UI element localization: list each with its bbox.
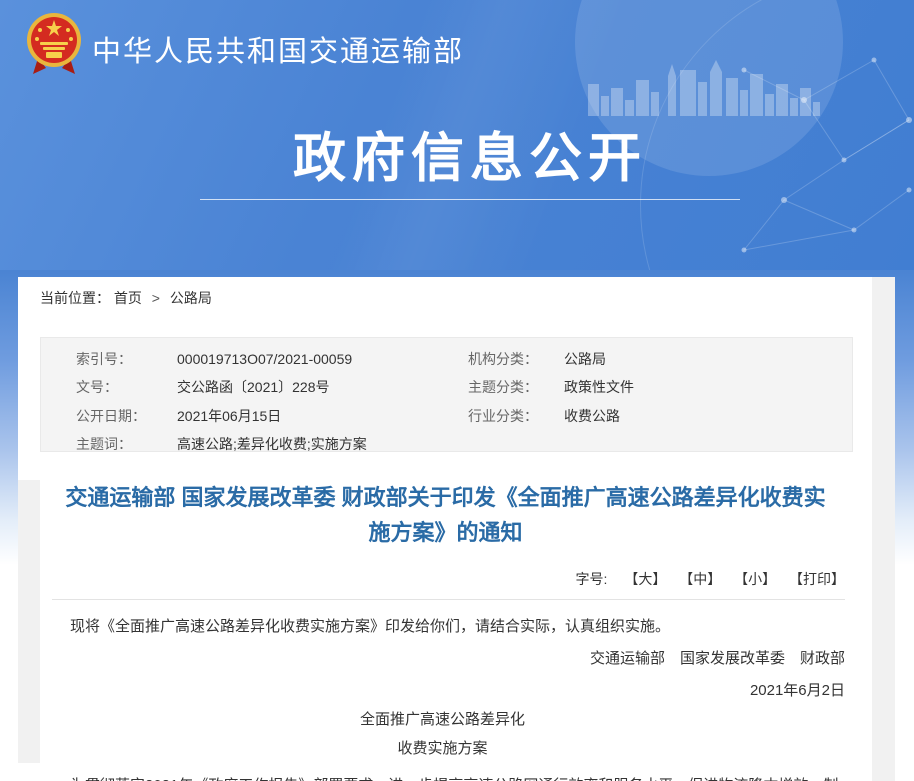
plan-title-line1: 全面推广高速公路差异化 <box>40 705 845 734</box>
article-signature: 交通运输部 国家发展改革委 财政部 <box>40 644 845 673</box>
font-medium-button[interactable]: 【中】 <box>679 571 721 587</box>
article-paragraph: 为贯彻落实2021年《政府工作报告》部署要求，进一步提高高速公路网通行效率和服务… <box>40 771 845 781</box>
site-title[interactable]: 中华人民共和国交通运输部 <box>92 28 464 70</box>
plan-title-line2: 收费实施方案 <box>40 734 845 763</box>
national-emblem-icon <box>26 12 82 76</box>
font-large-button[interactable]: 【大】 <box>624 571 666 587</box>
meta-row-index: 索引号： 000019713O07/2021-00059 <box>76 345 468 373</box>
article-body: 现将《全面推广高速公路差异化收费实施方案》印发给你们，请结合实际，认真组织实施。… <box>40 604 845 781</box>
meta-row-keywords: 主题词： 高速公路;差异化收费;实施方案 <box>76 430 468 458</box>
scrollbar-track[interactable] <box>872 277 895 781</box>
title-divider <box>52 599 845 600</box>
font-size-label: 字号: <box>576 571 608 587</box>
meta-row-docno: 文号： 交公路函〔2021〕228号 <box>76 373 468 401</box>
breadcrumb-separator: > <box>152 290 160 306</box>
meta-row-pubdate: 公开日期： 2021年06月15日 <box>76 402 468 430</box>
breadcrumb-section-link[interactable]: 公路局 <box>170 290 212 306</box>
left-gray-strip <box>18 480 40 763</box>
article-date: 2021年6月2日 <box>40 676 845 705</box>
breadcrumb-label: 当前位置： <box>40 290 110 306</box>
heading-underline <box>200 199 740 200</box>
banner: 中华人民共和国交通运输部 政府信息公开 <box>0 0 914 270</box>
meta-row-topic: 主题分类： 政策性文件 <box>468 373 852 401</box>
document-title: 交通运输部 国家发展改革委 财政部关于印发《全面推广高速公路差异化收费实施方案》… <box>63 480 828 550</box>
meta-row-industry: 行业分类： 收费公路 <box>468 402 852 430</box>
content-panel: 当前位置： 首页 > 公路局 索引号： 000019713O07/2021-00… <box>18 277 895 781</box>
article-paragraph: 现将《全面推广高速公路差异化收费实施方案》印发给你们，请结合实际，认真组织实施。 <box>40 612 845 641</box>
page-heading: 政府信息公开 <box>200 116 740 192</box>
meta-row-org: 机构分类： 公路局 <box>468 345 852 373</box>
network-decoration <box>724 30 914 270</box>
print-button[interactable]: 【打印】 <box>789 571 845 587</box>
document-meta-table: 索引号： 000019713O07/2021-00059 文号： 交公路函〔20… <box>40 337 853 452</box>
breadcrumb-home-link[interactable]: 首页 <box>114 290 142 306</box>
breadcrumb: 当前位置： 首页 > 公路局 <box>40 288 212 308</box>
font-size-controls: 字号: 【大】 【中】 【小】 【打印】 <box>576 569 845 589</box>
font-small-button[interactable]: 【小】 <box>734 571 776 587</box>
